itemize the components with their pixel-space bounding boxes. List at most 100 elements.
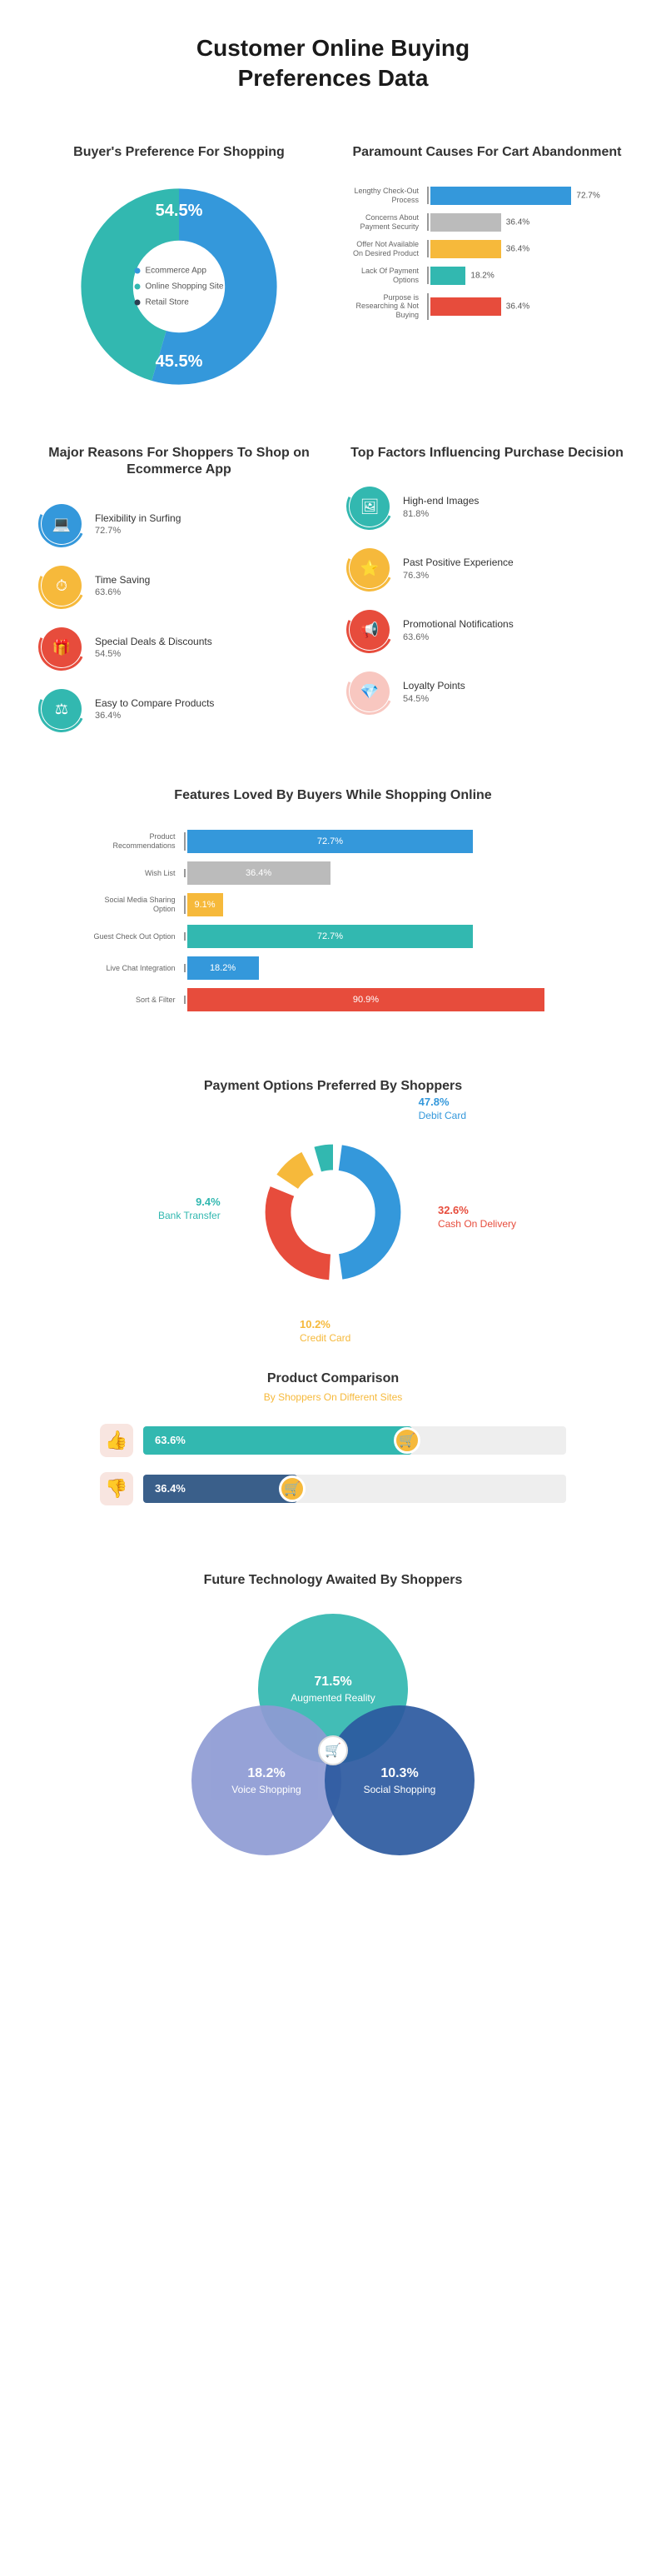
- hbar-label: Sort & Filter: [86, 996, 186, 1005]
- hbar-track: 72.7%: [429, 187, 624, 205]
- hbar-value: 9.1%: [194, 900, 215, 910]
- bar-value: 36.4%: [155, 1482, 186, 1495]
- payment-donut: 47.8% Debit Card 32.6% Cash On Delivery …: [241, 1121, 425, 1304]
- hbar-fill: 36.4%: [430, 213, 501, 232]
- hbar-row: Offer Not Available On Desired Product36…: [350, 240, 624, 258]
- features-bars: Product Recommendations72.7% Wish List36.…: [86, 830, 581, 1011]
- icon-row: 💎 Loyalty Points 54.5%: [350, 671, 624, 711]
- factors-section: Top Factors Influencing Purchase Decisio…: [350, 445, 624, 730]
- hbar-fill: 18.2%: [430, 267, 465, 285]
- cart-icon: 🛒: [394, 1427, 420, 1454]
- feature-icon: 💎: [350, 671, 390, 711]
- legend-dot-icon: [135, 283, 141, 289]
- legend-item: Online Shopping Site: [135, 278, 224, 294]
- payment-label-debit: 47.8% Debit Card: [419, 1096, 466, 1122]
- hbar-label: Offer Not Available On Desired Product: [350, 240, 429, 258]
- hbar-label: Guest Check Out Option: [86, 932, 186, 941]
- icon-title: High-end Images: [403, 495, 624, 507]
- bar-track: 36.4% 🛒: [143, 1475, 566, 1503]
- comparison-section: Product Comparison By Shoppers On Differ…: [42, 1370, 624, 1505]
- hbar-row: Purpose is Researching & Not Buying36.4%: [350, 293, 624, 320]
- hbar-value: 72.7%: [317, 836, 343, 846]
- icon-text: High-end Images 81.8%: [403, 495, 624, 518]
- legend-dot-icon: [135, 267, 141, 273]
- hbar-track: 72.7%: [186, 925, 581, 948]
- hbar-track: 18.2%: [186, 956, 581, 980]
- hbar-fill: 36.4%: [430, 240, 501, 258]
- feature-icon: ⭐: [350, 548, 390, 588]
- venn-pct: 10.3%: [380, 1766, 418, 1781]
- icon-title: Special Deals & Discounts: [95, 636, 316, 647]
- hbar-fill: 72.7%: [187, 830, 474, 853]
- pay-name: Bank Transfer: [158, 1210, 221, 1223]
- bar-fill: 36.4% 🛒: [143, 1475, 297, 1503]
- reasons-section: Major Reasons For Shoppers To Shop on Ec…: [42, 445, 316, 730]
- ring-icon: [340, 477, 400, 537]
- hbar-track: 90.9%: [186, 988, 581, 1011]
- row-1: Buyer's Preference For Shopping 54.5% 45…: [42, 144, 624, 387]
- section-title: Payment Options Preferred By Shoppers: [42, 1078, 624, 1096]
- hbar-value: 18.2%: [470, 271, 494, 280]
- page-title: Customer Online Buying Preferences Data: [42, 33, 624, 94]
- hbar-fill: 18.2%: [187, 956, 259, 980]
- icon-row: ⚖Easy to Compare Products36.4%: [42, 689, 316, 729]
- hbar-row: Wish List36.4%: [86, 861, 581, 885]
- hbar-row: Guest Check Out Option72.7%: [86, 925, 581, 948]
- hbar-value: 36.4%: [506, 244, 529, 253]
- donut-top-pct: 54.5%: [156, 202, 203, 221]
- donut-bot-pct: 45.5%: [156, 352, 203, 372]
- icon-row: 💻Flexibility in Surfing72.7%: [42, 504, 316, 544]
- comparison-row-down: 👎 36.4% 🛒: [100, 1472, 566, 1505]
- title-line-1: Customer Online Buying: [196, 35, 470, 61]
- bar-value: 63.6%: [155, 1434, 186, 1446]
- row-2: Major Reasons For Shoppers To Shop on Ec…: [42, 445, 624, 730]
- icon-pct: 63.6%: [403, 632, 624, 642]
- icon-text: Flexibility in Surfing72.7%: [95, 512, 316, 536]
- hbar-row: Product Recommendations72.7%: [86, 830, 581, 853]
- ring-icon: [32, 617, 92, 677]
- hbar-track: 36.4%: [429, 240, 624, 258]
- hbar-track: 36.4%: [429, 297, 624, 316]
- icon-title: Easy to Compare Products: [95, 697, 316, 709]
- hbar-value: 72.7%: [576, 191, 599, 200]
- venn-diagram: 71.5% Augmented Reality 18.2% Voice Shop…: [191, 1614, 475, 1864]
- hbar-fill: 36.4%: [187, 861, 331, 885]
- icon-pct: 81.8%: [403, 509, 624, 519]
- bar-fill: 63.6% 🛒: [143, 1426, 412, 1455]
- pay-pct: 32.6%: [438, 1204, 516, 1218]
- hbar-track: 18.2%: [429, 267, 624, 285]
- hbar-row: Lengthy Check-Out Process72.7%: [350, 187, 624, 205]
- payment-label-credit: 10.2% Credit Card: [300, 1318, 350, 1345]
- icon-pct: 54.5%: [403, 694, 624, 704]
- icon-pct: 54.5%: [95, 649, 316, 659]
- hbar-label: Social Media Sharing Option: [86, 896, 186, 914]
- hbar-track: 36.4%: [429, 213, 624, 232]
- section-title: Paramount Causes For Cart Abandonment: [350, 144, 624, 162]
- icon-title: Time Saving: [95, 574, 316, 586]
- thumbs-up-icon: 👍: [100, 1424, 133, 1457]
- pay-name: Debit Card: [419, 1110, 466, 1123]
- abandonment-section: Paramount Causes For Cart Abandonment Le…: [350, 144, 624, 387]
- icon-pct: 72.7%: [95, 526, 316, 536]
- hbar-fill: 72.7%: [430, 187, 571, 205]
- feature-icon: 🎁: [42, 627, 82, 667]
- pay-pct: 10.2%: [300, 1318, 350, 1332]
- icon-title: Loyalty Points: [403, 680, 624, 691]
- hbar-row: Lack Of Payment Options18.2%: [350, 267, 624, 285]
- legend-dot-icon: [135, 299, 141, 305]
- feature-icon: ⚖: [42, 689, 82, 729]
- payment-donut-icon: [241, 1121, 425, 1304]
- legend-label: Online Shopping Site: [146, 278, 224, 294]
- title-line-2: Preferences Data: [238, 65, 429, 91]
- hbar-track: 9.1%: [186, 893, 581, 916]
- hbar-track: 36.4%: [186, 861, 581, 885]
- hbar-fill: 9.1%: [187, 893, 223, 916]
- features-section: Features Loved By Buyers While Shopping …: [42, 787, 624, 1011]
- icon-row: ⏱Time Saving63.6%: [42, 566, 316, 606]
- hbar-label: Lack Of Payment Options: [350, 267, 429, 285]
- hbar-label: Wish List: [86, 869, 186, 878]
- hbar-fill: 36.4%: [430, 297, 501, 316]
- section-subtitle: By Shoppers On Different Sites: [42, 1391, 624, 1403]
- payment-label-cod: 32.6% Cash On Delivery: [438, 1204, 516, 1231]
- venn-circle-social: 10.3% Social Shopping: [325, 1705, 475, 1855]
